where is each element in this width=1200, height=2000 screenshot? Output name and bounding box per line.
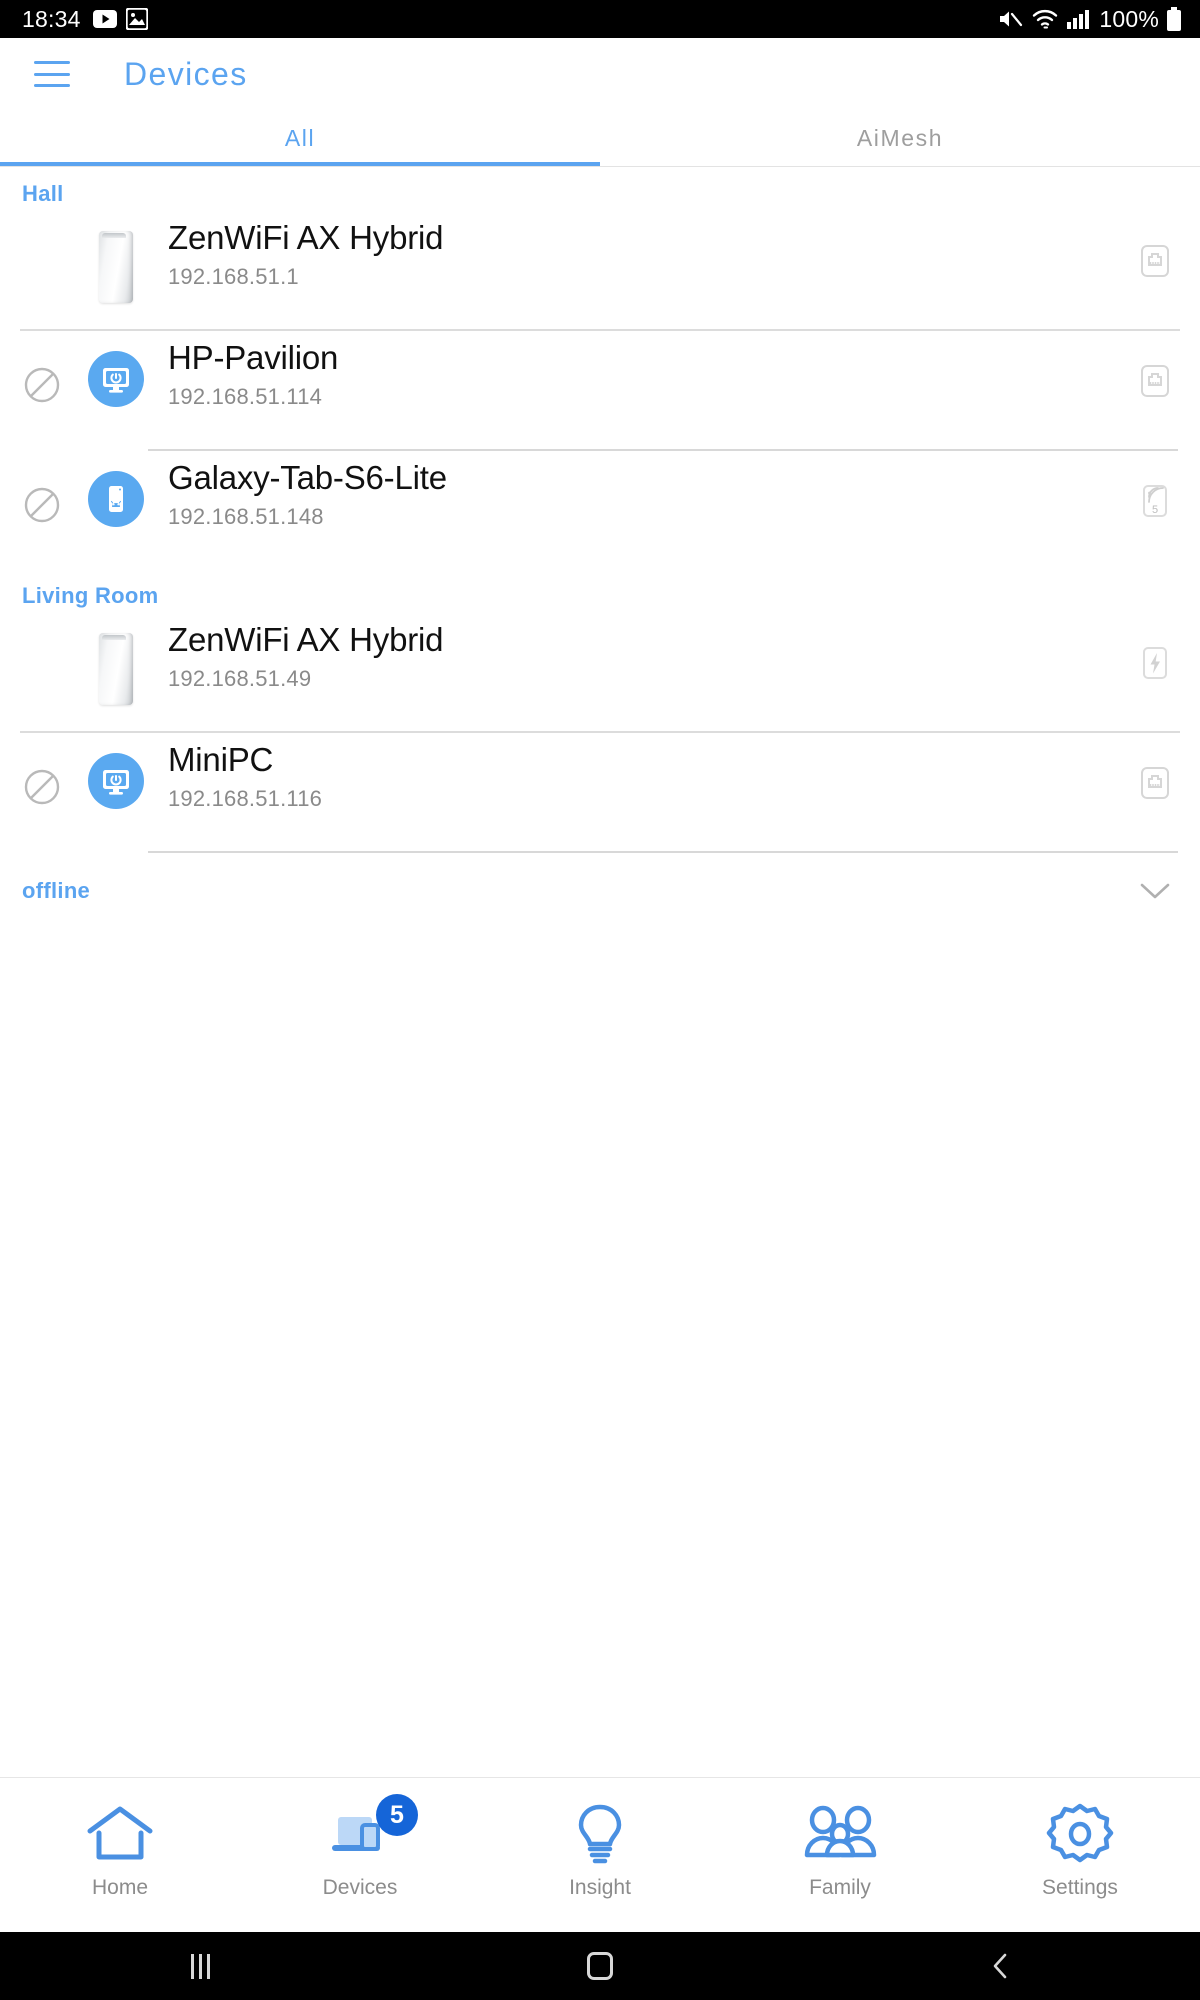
router-image-icon	[99, 633, 133, 705]
wifi-band-label: 5	[1152, 504, 1158, 516]
battery-icon	[1166, 7, 1182, 31]
app-screen: 18:34 100% Devices All AiMesh Hall ZenWi…	[0, 0, 1200, 2000]
block-slot	[0, 211, 84, 245]
nav-item-devices[interactable]: 5 Devices	[240, 1778, 480, 1932]
avatar	[84, 211, 148, 303]
youtube-icon	[92, 10, 117, 28]
desktop-power-icon	[88, 351, 144, 407]
device-name: Galaxy-Tab-S6-Lite	[168, 459, 447, 496]
nav-label-devices: Devices	[322, 1876, 398, 1899]
blocked-icon	[24, 487, 60, 523]
block-slot[interactable]	[0, 331, 84, 405]
family-icon	[800, 1798, 880, 1870]
lightbulb-icon	[569, 1798, 631, 1870]
block-slot[interactable]	[0, 451, 84, 525]
chevron-down-icon[interactable]	[1138, 880, 1172, 902]
nav-item-settings[interactable]: Settings	[960, 1778, 1200, 1932]
devices-badge: 5	[376, 1794, 418, 1836]
device-ip: 192.168.51.114	[168, 383, 323, 409]
connection-indicator	[1110, 733, 1200, 801]
offline-section-header[interactable]: offline	[0, 853, 1200, 929]
device-row[interactable]: MiniPC 192.168.51.116	[0, 733, 1200, 851]
avatar	[84, 733, 148, 809]
device-name: MiniPC	[168, 741, 274, 778]
avatar	[84, 451, 148, 527]
device-row[interactable]: HP-Pavilion 192.168.51.114	[0, 331, 1200, 449]
device-list: Hall ZenWiFi AX Hybrid 192.168.51.1 HP-P…	[0, 167, 1200, 1777]
block-slot[interactable]	[0, 733, 84, 807]
device-name: ZenWiFi AX Hybrid	[168, 219, 444, 256]
nav-label-home: Home	[91, 1876, 149, 1899]
connection-indicator: 5	[1110, 451, 1200, 519]
nav-item-home[interactable]: Home	[0, 1778, 240, 1932]
gear-icon	[1045, 1798, 1115, 1870]
wifi-band-icon: 5	[1143, 485, 1167, 517]
ethernet-icon	[1141, 365, 1169, 397]
device-info: Galaxy-Tab-S6-Lite 192.168.51.148	[148, 451, 1110, 530]
wifi-icon	[1031, 8, 1059, 30]
desktop-power-icon	[88, 753, 144, 809]
avatar	[84, 331, 148, 407]
status-notification-icons	[92, 8, 148, 30]
device-row[interactable]: ZenWiFi AX Hybrid 192.168.51.49	[0, 613, 1200, 731]
back-icon[interactable]	[800, 1951, 1200, 1981]
nav-item-insight[interactable]: Insight	[480, 1778, 720, 1932]
device-info: ZenWiFi AX Hybrid 192.168.51.49	[148, 613, 1110, 692]
page-title: Devices	[124, 55, 248, 92]
android-tablet-icon	[88, 471, 144, 527]
home-circle-icon[interactable]	[400, 1952, 800, 1980]
connection-indicator	[1110, 613, 1200, 681]
device-ip: 192.168.51.148	[168, 503, 324, 529]
status-clock: 18:34	[22, 5, 81, 32]
nav-label-insight: Insight	[569, 1876, 631, 1899]
nav-label-family: Family	[809, 1876, 871, 1899]
device-name: HP-Pavilion	[168, 339, 339, 376]
devices-icon: 5	[324, 1794, 418, 1870]
device-ip: 192.168.51.116	[168, 785, 323, 811]
battery-percent-label: 100%	[1099, 5, 1159, 32]
image-icon	[125, 8, 148, 30]
tab-all[interactable]: All	[0, 110, 600, 166]
bottom-navigation: Home 5 Devices Insight Family Settings	[0, 1777, 1200, 1932]
signal-icon	[1066, 8, 1090, 30]
device-info: MiniPC 192.168.51.116	[148, 733, 1110, 812]
tab-bar: All AiMesh	[0, 110, 1200, 166]
device-name: ZenWiFi AX Hybrid	[168, 621, 444, 658]
router-image-icon	[99, 231, 133, 303]
mute-icon	[998, 8, 1024, 30]
android-status-bar: 18:34 100%	[0, 0, 1200, 38]
group-header-living-room: Living Room	[22, 583, 159, 608]
ethernet-icon	[1141, 767, 1169, 799]
home-icon	[84, 1798, 156, 1870]
android-navigation-bar	[0, 1932, 1200, 2000]
nav-label-settings: Settings	[1042, 1876, 1118, 1899]
status-system-icons: 100%	[998, 6, 1182, 33]
group-header-hall: Hall	[22, 181, 64, 206]
device-info: HP-Pavilion 192.168.51.114	[148, 331, 1110, 410]
hamburger-menu-icon[interactable]	[34, 61, 70, 87]
device-row[interactable]: ZenWiFi AX Hybrid 192.168.51.1	[0, 211, 1200, 329]
device-ip: 192.168.51.1	[168, 263, 299, 289]
recents-icon[interactable]	[0, 1953, 400, 1979]
device-row[interactable]: Galaxy-Tab-S6-Lite 192.168.51.148 5	[0, 451, 1200, 569]
nav-item-family[interactable]: Family	[720, 1778, 960, 1932]
ethernet-icon	[1141, 245, 1169, 277]
offline-label: offline	[22, 878, 91, 903]
app-bar: Devices	[0, 38, 1200, 110]
device-ip: 192.168.51.49	[168, 665, 312, 691]
tab-active-indicator	[0, 162, 600, 166]
connection-indicator	[1110, 211, 1200, 279]
device-info: ZenWiFi AX Hybrid 192.168.51.1	[148, 211, 1110, 290]
lightning-icon	[1143, 647, 1167, 679]
tab-aimesh[interactable]: AiMesh	[600, 110, 1200, 166]
avatar	[84, 613, 148, 705]
blocked-icon	[24, 769, 60, 805]
connection-indicator	[1110, 331, 1200, 399]
blocked-icon	[24, 367, 60, 403]
block-slot	[0, 613, 84, 647]
